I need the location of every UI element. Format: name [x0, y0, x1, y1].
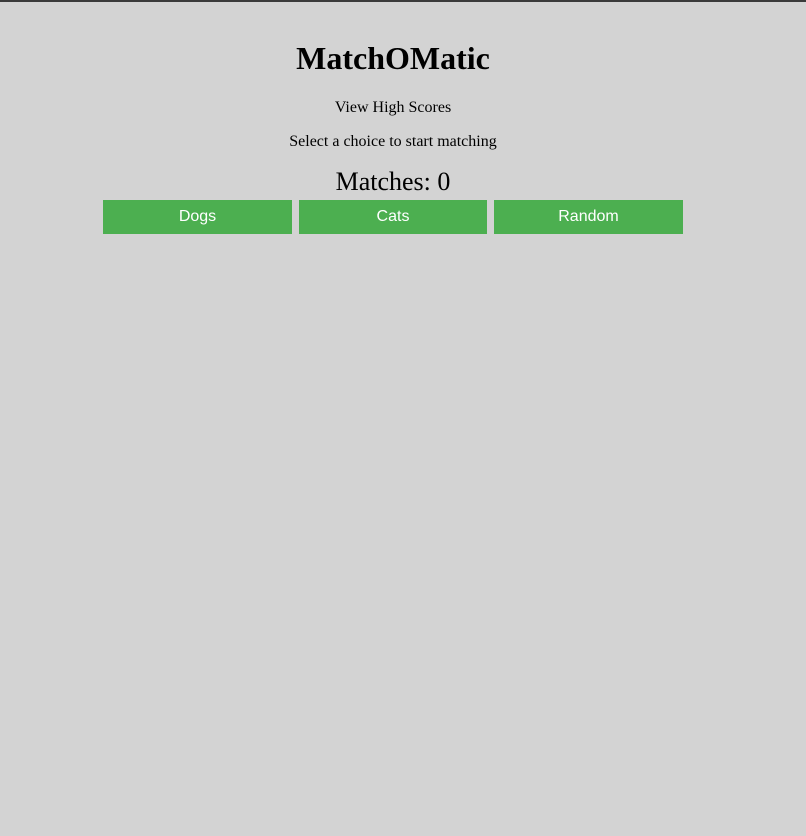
- view-high-scores-link[interactable]: View High Scores: [0, 98, 786, 118]
- cats-button[interactable]: Cats: [299, 200, 487, 234]
- dogs-button[interactable]: Dogs: [103, 200, 292, 234]
- instructions-text: Select a choice to start matching: [289, 133, 497, 150]
- random-button[interactable]: Random: [494, 200, 683, 234]
- page-title: MatchOMatic: [296, 40, 490, 76]
- choice-button-group: Dogs Cats Random: [103, 200, 683, 234]
- matches-counter: Matches: 0: [335, 167, 451, 196]
- page: { "app": { "title": "MatchOMatic" }, "li…: [0, 0, 806, 836]
